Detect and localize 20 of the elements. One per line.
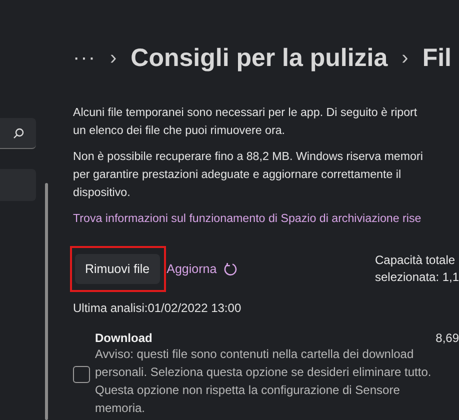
last-scan-text: Ultima analisi:01/02/2022 13:00 <box>73 301 242 315</box>
total-capacity-text: Capacità totale selezionata: 1,1 <box>375 252 459 286</box>
breadcrumb-item[interactable]: Consigli per la pulizia <box>130 44 388 72</box>
refresh-link[interactable]: Aggiorna <box>166 262 238 276</box>
chevron: › <box>110 46 117 70</box>
info-link[interactable]: Trova informazioni sul funzionamento di Spazio di archiviazione rise <box>73 210 459 228</box>
description-text: Alcuni file temporanei sono necessari per le app. Di seguito è riport un elenco dei file che puoi rimuovere ora. <box>73 105 418 139</box>
scrollbar[interactable] <box>45 183 48 420</box>
item-description: Avviso: questi file sono contenuti nella cartella dei download personali. Seleziona questa opzione se desideri eliminare tutto. Questa opzione non rispetta la configurazione di Sensore memoria. <box>95 346 432 417</box>
more-button[interactable]: ··· <box>73 46 96 70</box>
item-size: 8,69 <box>436 331 459 345</box>
search-icon <box>12 128 24 138</box>
remove-files-button[interactable]: Rimuovi file <box>75 254 160 284</box>
refresh-icon <box>222 262 238 276</box>
checkbox[interactable] <box>73 366 90 382</box>
search-field[interactable] <box>0 118 36 149</box>
item-title: Download <box>95 331 152 345</box>
chevron: › <box>402 46 408 70</box>
description-text: Non è possibile recuperare fino a 88,2 MB. Windows riserva memori per garantire prestazioni adeguate e aggiornare correttamente il dispositivo. <box>73 149 424 201</box>
breadcrumb-item: Fil <box>422 44 452 72</box>
